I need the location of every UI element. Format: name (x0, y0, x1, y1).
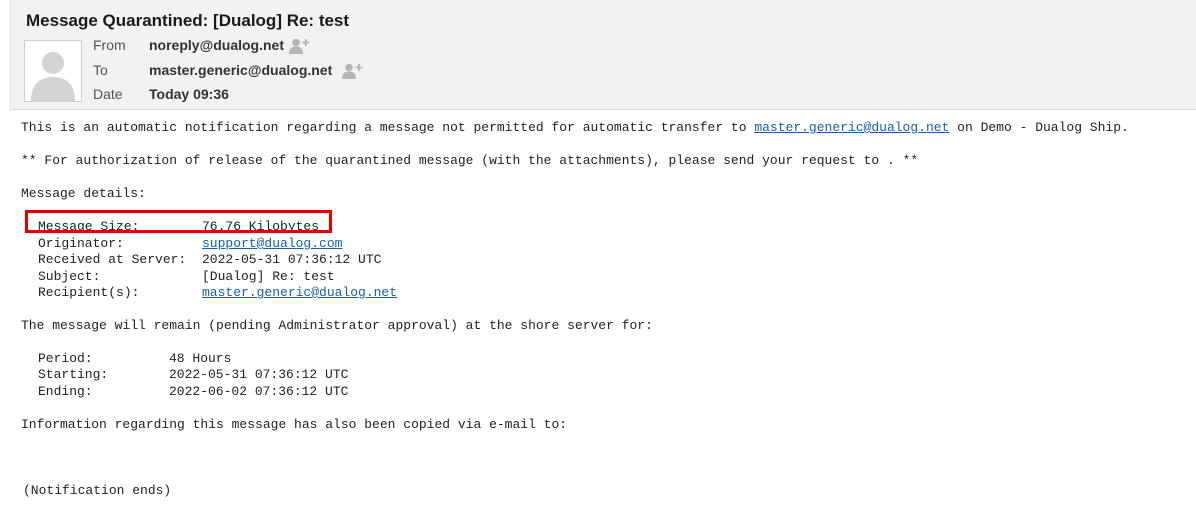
intro-recipient-link[interactable]: master.generic@dualog.net (754, 120, 949, 135)
detail-originator-label: Originator: (38, 236, 124, 251)
remain-line: The message will remain (pending Adminis… (21, 318, 653, 333)
email-subject: Message Quarantined: [Dualog] Re: test (26, 11, 350, 30)
detail-recipients-label: Recipient(s): (38, 285, 140, 300)
period-value: 48 Hours (169, 351, 232, 366)
ending-value: 2022-06-02 07:36:12 UTC (169, 384, 349, 399)
starting-value: 2022-05-31 07:36:12 UTC (169, 367, 349, 382)
period-label: Period: (38, 351, 93, 366)
intro-text-end: on Demo - Dualog Ship. (949, 120, 1129, 135)
detail-received-value: 2022-05-31 07:36:12 UTC (202, 252, 382, 267)
from-address[interactable]: noreply@dualog.net (149, 37, 284, 53)
add-contact-icon[interactable] (289, 38, 311, 57)
notification-ends-line: (Notification ends) (23, 483, 172, 498)
email-header: Message Quarantined: [Dualog] Re: test F… (10, 0, 1196, 110)
ending-label: Ending: (38, 384, 93, 399)
avatar-placeholder-icon (25, 41, 81, 101)
to-label: To (93, 62, 108, 78)
to-address[interactable]: master.generic@dualog.net (149, 62, 332, 78)
sender-avatar (24, 40, 82, 102)
add-contact-icon[interactable] (342, 63, 364, 82)
authorization-line: ** For authorization of release of the q… (21, 153, 919, 168)
detail-subject-label: Subject: (38, 269, 101, 284)
copied-line: Information regarding this message has a… (21, 417, 568, 432)
intro-text: This is an automatic notification regard… (21, 120, 755, 135)
from-label: From (93, 37, 126, 53)
date-value: Today 09:36 (149, 86, 229, 102)
intro-line: This is an automatic notification regard… (21, 120, 1129, 135)
highlight-box (25, 210, 332, 233)
detail-subject-value: [Dualog] Re: test (202, 269, 335, 284)
details-heading: Message details: (21, 186, 146, 201)
detail-received-label: Received at Server: (38, 252, 187, 267)
date-label: Date (93, 86, 123, 102)
detail-originator-link[interactable]: support@dualog.com (202, 236, 342, 251)
starting-label: Starting: (38, 367, 109, 382)
detail-recipients-link[interactable]: master.generic@dualog.net (202, 285, 397, 300)
